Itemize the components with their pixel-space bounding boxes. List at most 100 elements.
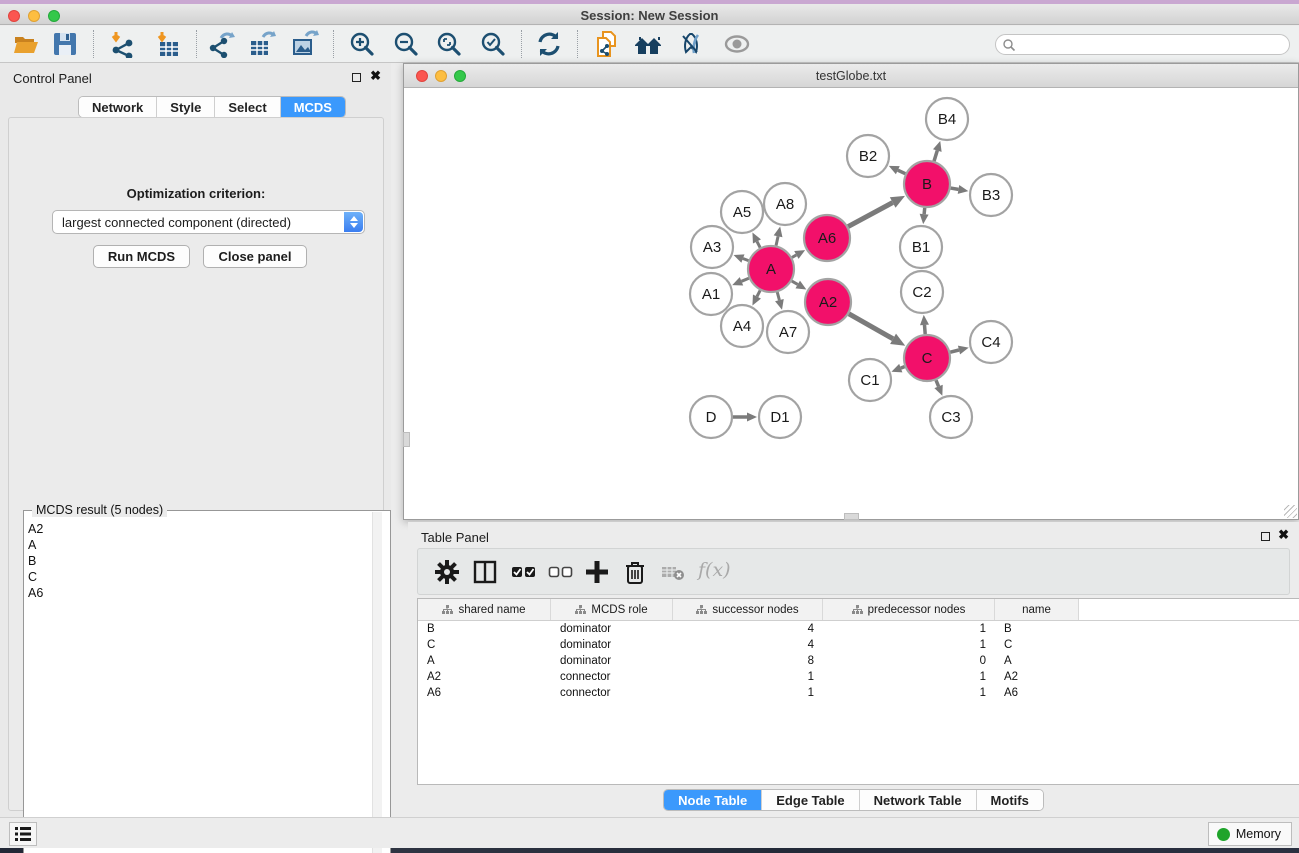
network-canvas[interactable]: B4B2BB3A8A5A6A3B1AC2A1A2A4A7C4CC1DD1C3 xyxy=(404,88,1298,519)
tab-network-table[interactable]: Network Table xyxy=(860,790,977,810)
table-cell[interactable]: C xyxy=(995,637,1079,653)
open-file-icon[interactable] xyxy=(12,30,40,58)
edge-A-A8[interactable] xyxy=(776,236,778,245)
table-cell[interactable]: B xyxy=(995,621,1079,637)
left-splitter-handle[interactable] xyxy=(403,432,410,447)
edge-A-A5[interactable] xyxy=(757,241,760,247)
table-cell[interactable]: B xyxy=(418,621,551,637)
table-cell[interactable]: dominator xyxy=(551,637,673,653)
close-panel-button[interactable]: Close panel xyxy=(203,245,307,268)
edge-B-B2[interactable] xyxy=(898,170,906,174)
edge-A-A2[interactable] xyxy=(792,281,798,284)
mcds-result-item[interactable]: A6 xyxy=(28,585,43,601)
new-network-from-selection-icon[interactable] xyxy=(593,30,621,58)
table-cell[interactable]: 1 xyxy=(823,621,995,637)
mcds-result-list[interactable]: A2ABCA6 xyxy=(28,521,43,601)
deselect-all-checkboxes-icon[interactable] xyxy=(548,559,574,585)
edge-B-B4[interactable] xyxy=(934,151,937,162)
import-table-icon[interactable] xyxy=(154,30,182,58)
table-cell[interactable]: A6 xyxy=(418,685,551,701)
edge-C-C1[interactable] xyxy=(901,367,905,368)
tab-motifs[interactable]: Motifs xyxy=(977,790,1043,810)
table-cell[interactable]: 1 xyxy=(823,637,995,653)
import-network-icon[interactable] xyxy=(108,30,136,58)
memory-button[interactable]: Memory xyxy=(1208,822,1292,846)
column-header-shared-name[interactable]: shared name xyxy=(418,599,551,620)
table-row[interactable]: Cdominator41C xyxy=(418,637,1299,653)
delete-column-icon[interactable] xyxy=(622,559,648,585)
mcds-result-item[interactable]: C xyxy=(28,569,43,585)
edge-C-C4[interactable] xyxy=(950,350,959,352)
zoom-in-icon[interactable] xyxy=(348,30,376,58)
column-header-MCDS-role[interactable]: MCDS role xyxy=(551,599,673,620)
table-cell[interactable]: A xyxy=(418,653,551,669)
table-cell[interactable]: A2 xyxy=(995,669,1079,685)
tab-edge-table[interactable]: Edge Table xyxy=(762,790,859,810)
home-icon[interactable] xyxy=(634,30,662,58)
table-settings-icon[interactable] xyxy=(434,559,460,585)
table-cell[interactable]: 1 xyxy=(823,685,995,701)
table-cell[interactable]: connector xyxy=(551,669,673,685)
table-cell[interactable]: C xyxy=(418,637,551,653)
edge-A6-B[interactable] xyxy=(848,203,893,227)
table-cell[interactable]: 8 xyxy=(673,653,823,669)
tab-style[interactable]: Style xyxy=(157,97,215,117)
table-cell[interactable]: A2 xyxy=(418,669,551,685)
window-resize-grip[interactable] xyxy=(1284,505,1297,518)
criterion-dropdown[interactable]: largest connected component (directed) xyxy=(52,210,365,234)
mcds-result-item[interactable]: B xyxy=(28,553,43,569)
float-table-panel-icon[interactable] xyxy=(1261,532,1270,541)
table-row[interactable]: Adominator80A xyxy=(418,653,1299,669)
edge-C-C3[interactable] xyxy=(936,380,939,386)
float-panel-icon[interactable] xyxy=(352,73,361,82)
hide-annotations-icon[interactable] xyxy=(677,30,705,58)
table-cell[interactable]: 4 xyxy=(673,621,823,637)
task-history-button[interactable] xyxy=(9,822,37,846)
show-columns-icon[interactable] xyxy=(472,559,498,585)
table-row[interactable]: A2connector11A2 xyxy=(418,669,1299,685)
table-cell[interactable]: 1 xyxy=(823,669,995,685)
table-cell[interactable]: A6 xyxy=(995,685,1079,701)
export-table-icon[interactable] xyxy=(248,30,276,58)
tab-mcds[interactable]: MCDS xyxy=(281,97,345,117)
mcds-result-item[interactable]: A xyxy=(28,537,43,553)
network-window-titlebar[interactable]: testGlobe.txt xyxy=(404,64,1298,88)
edge-B-B3[interactable] xyxy=(951,188,959,189)
table-row[interactable]: Bdominator41B xyxy=(418,621,1299,637)
table-cell[interactable]: connector xyxy=(551,685,673,701)
mcds-result-item[interactable]: A2 xyxy=(28,521,43,537)
network-graph[interactable]: B4B2BB3A8A5A6A3B1AC2A1A2A4A7C4CC1DD1C3 xyxy=(404,88,1298,519)
edge-A-A4[interactable] xyxy=(757,290,760,296)
edge-B-B1[interactable] xyxy=(924,208,925,214)
zoom-out-icon[interactable] xyxy=(392,30,420,58)
tab-node-table[interactable]: Node Table xyxy=(664,790,762,810)
edge-A2-C[interactable] xyxy=(849,314,893,339)
run-mcds-button[interactable]: Run MCDS xyxy=(93,245,190,268)
result-scrollbar[interactable] xyxy=(372,512,382,853)
edge-C-C2[interactable] xyxy=(924,325,925,334)
export-image-icon[interactable] xyxy=(291,30,319,58)
table-cell[interactable]: dominator xyxy=(551,653,673,669)
close-panel-icon[interactable]: ✖ xyxy=(370,68,381,84)
table-row[interactable]: A6connector11A6 xyxy=(418,685,1299,701)
add-column-icon[interactable] xyxy=(584,559,610,585)
table-cell[interactable]: 1 xyxy=(673,669,823,685)
table-cell[interactable]: A xyxy=(995,653,1079,669)
edge-A-A3[interactable] xyxy=(743,259,749,261)
select-all-checkboxes-icon[interactable] xyxy=(511,559,537,585)
table-cell[interactable]: 4 xyxy=(673,637,823,653)
edge-A-A1[interactable] xyxy=(741,278,748,281)
edge-A-A6[interactable] xyxy=(792,255,796,257)
table-cell[interactable]: 1 xyxy=(673,685,823,701)
edge-A-A7[interactable] xyxy=(777,292,779,300)
column-header-successor-nodes[interactable]: successor nodes xyxy=(673,599,823,620)
save-session-icon[interactable] xyxy=(51,30,79,58)
refresh-view-icon[interactable] xyxy=(535,30,563,58)
tab-network[interactable]: Network xyxy=(79,97,157,117)
zoom-fit-icon[interactable] xyxy=(435,30,463,58)
table-cell[interactable]: dominator xyxy=(551,621,673,637)
column-header-predecessor-nodes[interactable]: predecessor nodes xyxy=(823,599,995,620)
node-table[interactable]: shared nameMCDS rolesuccessor nodesprede… xyxy=(417,598,1299,785)
export-network-icon[interactable] xyxy=(207,30,235,58)
table-cell[interactable]: 0 xyxy=(823,653,995,669)
